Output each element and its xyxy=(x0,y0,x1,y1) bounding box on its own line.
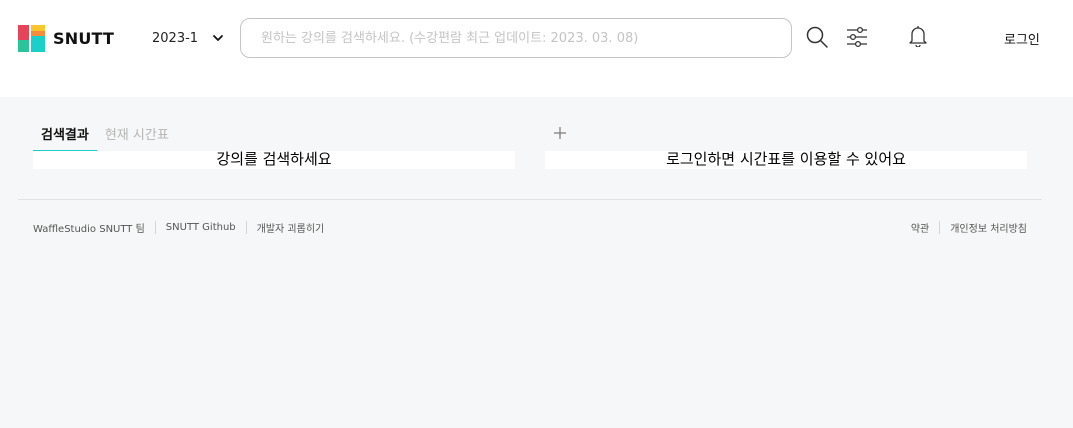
bell-icon[interactable] xyxy=(906,24,930,48)
footer-link-github[interactable]: SNUTT Github xyxy=(166,222,236,233)
footer-left-links: WaffleStudio SNUTT 팀 SNUTT Github 개발자 괴롭… xyxy=(33,220,324,235)
snutt-logo-mark xyxy=(18,25,46,52)
footer-right-links: 약관 개인정보 처리방침 xyxy=(911,220,1027,235)
filter-sliders-icon[interactable] xyxy=(845,25,869,49)
search-icon[interactable] xyxy=(805,25,829,49)
tab-current-timetable[interactable]: 현재 시간표 xyxy=(97,122,177,151)
plus-icon[interactable] xyxy=(552,125,568,141)
panel-tabs: 검색결과 현재 시간표 xyxy=(33,122,177,151)
semester-label: 2023-1 xyxy=(152,30,199,46)
login-button[interactable]: 로그인 xyxy=(1004,29,1040,48)
search-results-panel: 강의를 검색하세요 xyxy=(33,151,515,169)
search-input[interactable] xyxy=(261,30,771,46)
footer-divider xyxy=(18,199,1042,200)
timetable-panel: 로그인하면 시간표를 이용할 수 있어요 xyxy=(545,151,1027,169)
footer-separator xyxy=(939,221,941,234)
chevron-down-icon xyxy=(212,32,224,44)
timetable-login-message: 로그인하면 시간표를 이용할 수 있어요 xyxy=(666,150,906,168)
snutt-logo[interactable]: SNUTT xyxy=(18,25,114,52)
search-bar xyxy=(240,18,792,58)
footer-link-team[interactable]: WaffleStudio SNUTT 팀 xyxy=(33,220,145,235)
top-header: SNUTT 2023-1 로그인 xyxy=(0,0,1073,97)
footer-link-privacy[interactable]: 개인정보 처리방침 xyxy=(950,220,1027,235)
footer-link-feedback[interactable]: 개발자 괴롭히기 xyxy=(257,220,325,235)
footer-link-terms[interactable]: 약관 xyxy=(911,220,929,235)
semester-select[interactable]: 2023-1 xyxy=(152,28,224,48)
search-empty-message: 강의를 검색하세요 xyxy=(216,150,332,168)
tab-search-results[interactable]: 검색결과 xyxy=(33,122,97,151)
footer-separator xyxy=(245,221,247,234)
logo-text: SNUTT xyxy=(53,29,115,48)
footer-separator xyxy=(154,221,156,234)
